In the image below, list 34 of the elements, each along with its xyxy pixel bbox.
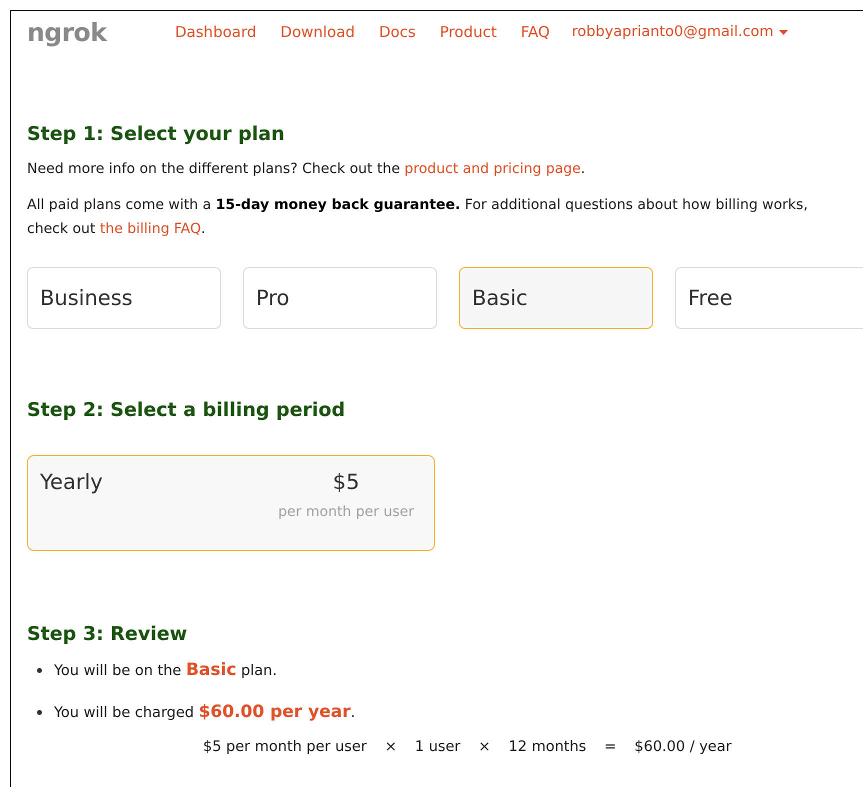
account-menu[interactable]: robbyaprianto0@gmail.com [572,23,788,41]
bullet-icon [37,668,42,672]
section-heading: Step 3: Review [27,623,188,645]
nav-link[interactable]: FAQ [520,23,550,41]
text-link[interactable]: product and pricing page [404,161,581,177]
nav-link[interactable]: Download [280,23,355,41]
calculation-term: = [604,739,616,755]
calculation-term: × [478,739,491,755]
billing-option[interactable]: Yearly $5 per month per user [27,455,435,551]
calculation-term: $60.00 / year [634,739,732,755]
paragraph: Need more info on the different plans? Check out the product and pricing page. [27,160,586,179]
calculation-term: 1 user [414,739,460,755]
period-label: Yearly [40,470,103,496]
review-item: You will be charged $60.00 per year. [54,702,356,722]
plan-option[interactable]: Free [675,267,863,329]
section-heading: Step 2: Select a billing period [27,399,346,421]
calculation-term: $5 per month per user [203,739,367,755]
plan-option[interactable]: Business [27,267,221,329]
plan-option[interactable]: Pro [243,267,437,329]
price: $5 [332,470,360,494]
price-unit: per month per user [278,504,414,520]
nav-link[interactable]: Docs [378,23,416,41]
section-heading: Step 1: Select your plan [27,123,286,145]
bullet-icon [37,710,42,714]
calculation-term: 12 months [508,739,586,755]
logo[interactable]: ngrok [27,18,175,46]
nav-link[interactable]: Dashboard [175,23,256,41]
text-link[interactable]: the billing FAQ [100,221,202,237]
plan-option[interactable]: Basic [459,267,653,329]
review-item: You will be on the Basic plan. [54,660,277,680]
paragraph: All paid plans come with a 15-day money back guarantee. For additional questions about how billing works, check out the billing FAQ. [27,196,809,239]
calculation-term: × [384,739,397,755]
caret-icon [778,30,788,34]
nav-link[interactable]: Product [440,23,497,41]
